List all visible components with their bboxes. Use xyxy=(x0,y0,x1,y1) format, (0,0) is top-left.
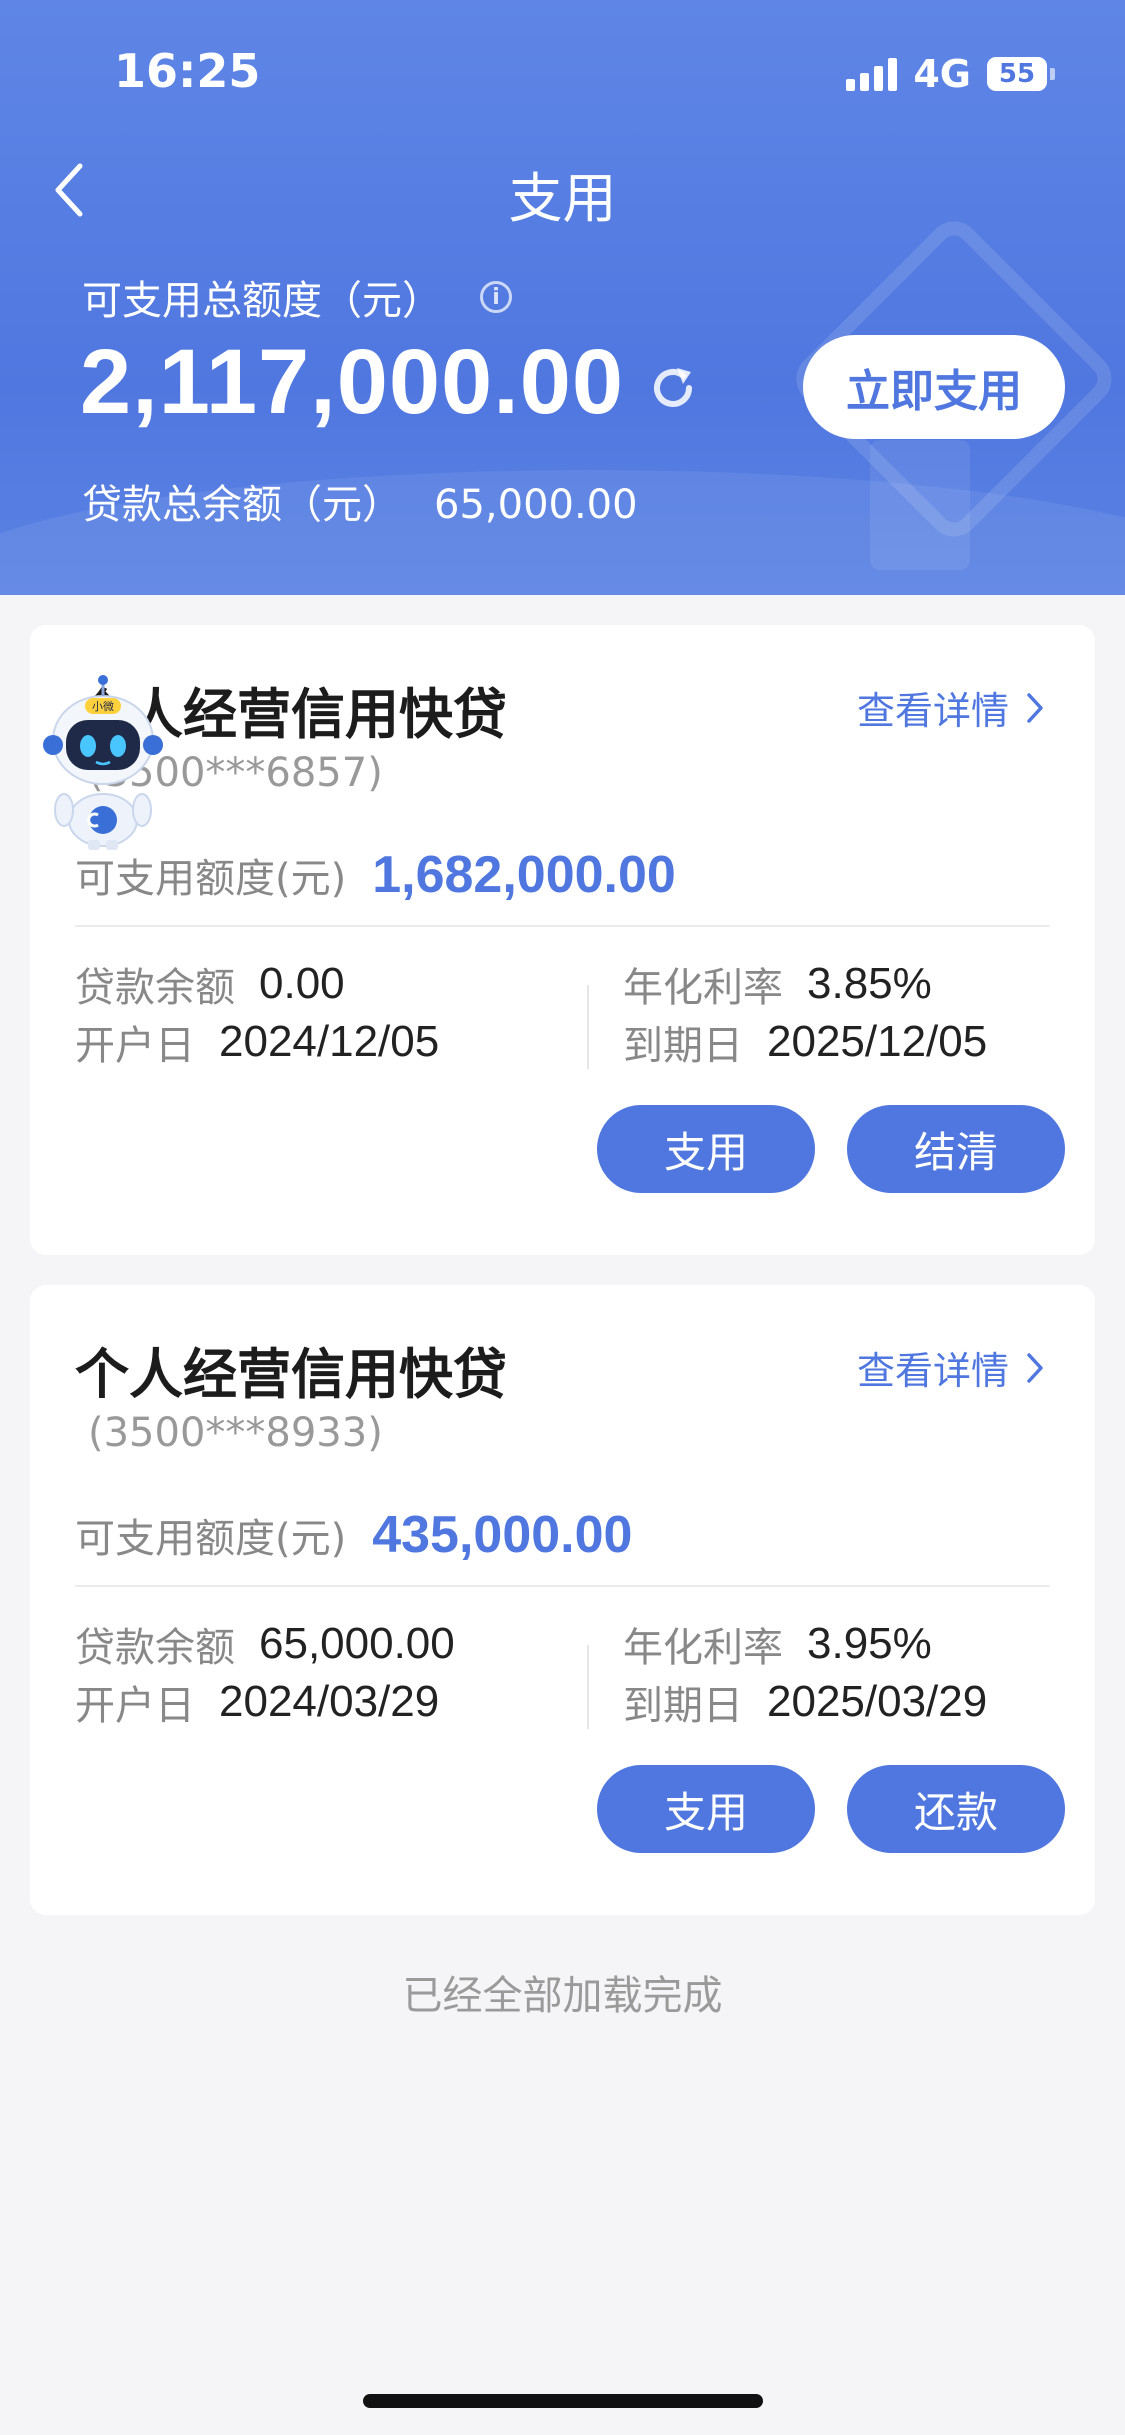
loan-info-grid: 贷款余额 0.00 开户日 2024/12/05 年化利率 3.85% 到期日 2025… xyxy=(75,955,1055,1085)
status-indicators: 4G 55 xyxy=(846,52,1055,96)
loan-total-balance: 贷款总余额（元） 65,000.00 xyxy=(82,472,638,530)
loan-card: 个人经营信用快贷 (3500***6857) 查看详情 可支用额度(元) 1,6… xyxy=(30,625,1095,1255)
open-date-line: 开户日 2024/12/05 xyxy=(75,1013,439,1071)
robot-badge-text: 小微 xyxy=(92,699,114,713)
info-col-left: 贷款余额 65,000.00 开户日 2024/03/29 xyxy=(75,1615,455,1731)
card-account: (3500***8933) xyxy=(88,1410,383,1456)
draw-button[interactable]: 支用 xyxy=(597,1765,815,1853)
card-title: 个人经营信用快贷 xyxy=(75,1343,507,1406)
header-pillar-decoration xyxy=(870,440,970,570)
view-details-label: 查看详情 xyxy=(856,689,1009,733)
balance-label: 贷款余额 xyxy=(75,965,235,1011)
available-quota-row: 可支用额度(元) 1,682,000.00 xyxy=(75,845,676,905)
assistant-robot-icon[interactable]: 小微 xyxy=(38,670,168,850)
vertical-divider xyxy=(587,985,589,1069)
chevron-right-icon xyxy=(1027,1352,1043,1383)
page-title: 支用 xyxy=(508,167,617,230)
total-quota-amount: 2,117,000.00 xyxy=(80,331,625,433)
divider xyxy=(75,925,1050,927)
open-date-value: 2024/12/05 xyxy=(219,1017,440,1066)
view-details-link[interactable]: 查看详情 xyxy=(857,1340,1045,1395)
balance-line: 贷款余额 0.00 xyxy=(75,955,439,1013)
network-type: 4G xyxy=(913,52,971,96)
all-loaded-text: 已经全部加载完成 xyxy=(402,1973,723,2019)
header-banner: 16:25 4G 55 支用 可支用总额度（元） i 2,117,000.00 … xyxy=(0,0,1125,595)
rate-value: 3.95% xyxy=(807,1619,932,1668)
balance-value: 65,000.00 xyxy=(259,1619,455,1668)
rate-line: 年化利率 3.95% xyxy=(623,1615,987,1673)
use-now-button[interactable]: 立即支用 xyxy=(803,335,1065,439)
open-date-value: 2024/03/29 xyxy=(219,1677,440,1726)
battery-icon: 55 xyxy=(987,57,1047,91)
divider xyxy=(75,1585,1050,1587)
repay-button[interactable]: 还款 xyxy=(847,1765,1065,1853)
available-quota-value: 435,000.00 xyxy=(372,1506,633,1564)
open-date-line: 开户日 2024/03/29 xyxy=(75,1673,455,1731)
rate-label: 年化利率 xyxy=(623,965,783,1011)
draw-button[interactable]: 支用 xyxy=(597,1105,815,1193)
open-date-label: 开户日 xyxy=(75,1683,195,1729)
rate-line: 年化利率 3.85% xyxy=(623,955,987,1013)
due-date-value: 2025/03/29 xyxy=(767,1677,988,1726)
available-quota-label: 可支用额度(元) xyxy=(75,856,347,902)
due-date-line: 到期日 2025/12/05 xyxy=(623,1013,987,1071)
available-quota-value: 1,682,000.00 xyxy=(372,846,676,904)
loan-info-grid: 贷款余额 65,000.00 开户日 2024/03/29 年化利率 3.95% 到期… xyxy=(75,1615,1055,1745)
balance-value: 0.00 xyxy=(259,959,345,1008)
settle-button[interactable]: 结清 xyxy=(847,1105,1065,1193)
view-details-link[interactable]: 查看详情 xyxy=(857,680,1045,735)
rate-label: 年化利率 xyxy=(623,1625,783,1671)
total-quota-label: 可支用总额度（元） i xyxy=(82,268,512,326)
due-date-label: 到期日 xyxy=(623,1023,743,1069)
info-col-left: 贷款余额 0.00 开户日 2024/12/05 xyxy=(75,955,439,1071)
due-date-value: 2025/12/05 xyxy=(767,1017,988,1066)
refresh-icon[interactable] xyxy=(645,360,701,416)
view-details-label: 查看详情 xyxy=(856,1349,1009,1393)
chevron-right-icon xyxy=(1027,692,1043,723)
vertical-divider xyxy=(587,1645,589,1729)
info-col-right: 年化利率 3.95% 到期日 2025/03/29 xyxy=(623,1615,987,1731)
card-actions: 支用 还款 xyxy=(597,1765,1065,1853)
status-time: 16:25 xyxy=(114,44,261,98)
home-indicator[interactable] xyxy=(363,2394,763,2408)
open-date-label: 开户日 xyxy=(75,1023,195,1069)
available-quota-row: 可支用额度(元) 435,000.00 xyxy=(75,1505,632,1565)
rate-value: 3.85% xyxy=(807,959,932,1008)
card-actions: 支用 结清 xyxy=(597,1105,1065,1193)
info-icon[interactable]: i xyxy=(480,281,512,313)
total-quota-label-text: 可支用总额度（元） xyxy=(82,278,442,324)
loan-card: 个人经营信用快贷 (3500***8933) 查看详情 可支用额度(元) 435… xyxy=(30,1285,1095,1915)
battery-tip xyxy=(1050,68,1055,80)
signal-icon xyxy=(846,57,898,91)
loan-total-balance-label: 贷款总余额（元） xyxy=(82,482,402,528)
loan-total-balance-value: 65,000.00 xyxy=(434,482,638,528)
balance-label: 贷款余额 xyxy=(75,1625,235,1671)
due-date-line: 到期日 2025/03/29 xyxy=(623,1673,987,1731)
balance-line: 贷款余额 65,000.00 xyxy=(75,1615,455,1673)
info-col-right: 年化利率 3.85% 到期日 2025/12/05 xyxy=(623,955,987,1071)
due-date-label: 到期日 xyxy=(623,1683,743,1729)
available-quota-label: 可支用额度(元) xyxy=(75,1516,347,1562)
